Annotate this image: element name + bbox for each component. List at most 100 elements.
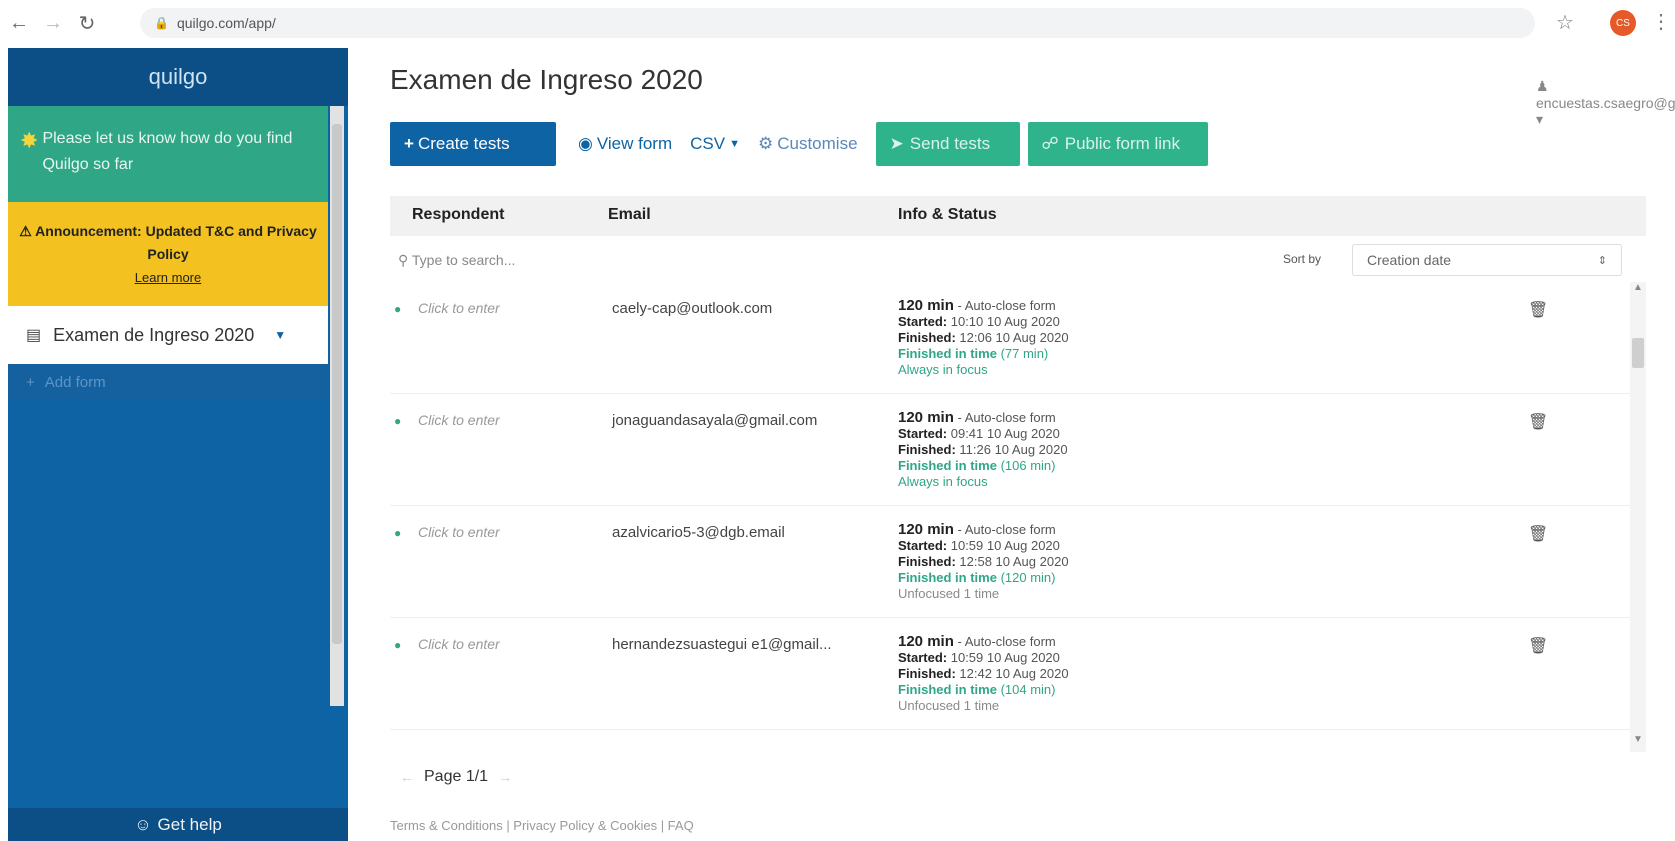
view-form-link[interactable]: ◉ View form: [578, 134, 672, 154]
scroll-down-icon[interactable]: ▼: [1633, 734, 1643, 745]
scrollbar-thumb[interactable]: [1632, 338, 1644, 368]
finished-in-time-value: (120 min): [996, 570, 1056, 585]
table-row: ● Click to enter hernandezsuastegui e1@g…: [390, 618, 1630, 730]
table-row: ● Click to enter caely-cap@outlook.com 1…: [390, 282, 1630, 394]
customise-link[interactable]: ⚙ Customise: [758, 134, 858, 154]
send-tests-button[interactable]: ➤ Send tests: [875, 122, 1020, 166]
brand-logo[interactable]: quilgo: [8, 48, 348, 106]
csv-dropdown[interactable]: CSV ▼: [690, 134, 740, 154]
focus-status: Always in focus: [898, 362, 988, 377]
finished-label: Finished:: [898, 442, 960, 457]
learn-more-link[interactable]: Learn more: [8, 266, 328, 289]
scroll-up-icon[interactable]: ▲: [1633, 282, 1643, 293]
finished-in-time-value: (106 min): [996, 458, 1056, 473]
list-scrollbar[interactable]: ▲ ▼: [1630, 282, 1646, 752]
finished-label: Finished:: [898, 330, 960, 345]
eye-icon: ◉: [578, 134, 593, 153]
sidebar-item-form[interactable]: ▤ Examen de Ingreso 2020 ▼: [8, 306, 328, 364]
column-header-email[interactable]: Email: [608, 206, 651, 224]
create-tests-label: Create tests: [417, 134, 510, 153]
get-help-button[interactable]: ☺ Get help: [8, 808, 348, 841]
finished-time: 12:58 10 Aug 2020: [959, 554, 1069, 569]
duration: 120 min: [898, 409, 954, 426]
focus-status: Unfocused 1 time: [898, 698, 1000, 713]
bookmark-star-icon[interactable]: ☆: [1556, 10, 1574, 35]
focus-status: Unfocused 1 time: [898, 586, 1000, 601]
document-icon: ▤: [26, 327, 42, 344]
sort-value: Creation date: [1367, 252, 1452, 268]
finished-in-time-label: Finished in time: [898, 346, 997, 361]
respondent-enter[interactable]: Click to enter: [418, 412, 500, 428]
finished-in-time-label: Finished in time: [898, 570, 997, 585]
trash-icon[interactable]: 🗑: [1528, 300, 1548, 320]
respondent-enter[interactable]: Click to enter: [418, 300, 500, 316]
sidebar-scrollbar[interactable]: [330, 106, 344, 706]
table-row: ● Click to enter jonaguandasayala@gmail.…: [390, 394, 1630, 506]
lock-icon: 🔒: [154, 16, 169, 30]
started-label: Started:: [898, 538, 951, 553]
finished-in-time-label: Finished in time: [898, 458, 997, 473]
column-header-respondent[interactable]: Respondent: [412, 206, 504, 224]
sidebar-item-label: Examen de Ingreso 2020: [53, 324, 255, 345]
prev-page-icon[interactable]: ←: [400, 769, 414, 785]
star-icon: ✸: [20, 128, 39, 153]
status-dot-icon: ●: [394, 526, 402, 540]
finished-in-time-value: (104 min): [996, 682, 1056, 697]
customise-label: Customise: [777, 134, 858, 153]
chevron-down-icon[interactable]: ▼: [274, 328, 286, 342]
announcement-title: Announcement: Updated T&C and Privacy Po…: [35, 223, 317, 262]
back-icon[interactable]: ←: [4, 8, 34, 38]
get-help-label: Get help: [157, 814, 222, 834]
finished-time: 12:06 10 Aug 2020: [959, 330, 1069, 345]
reload-icon[interactable]: ↻: [72, 8, 102, 38]
select-arrows-icon: ⇕: [1597, 254, 1607, 267]
paper-plane-icon: ➤: [889, 134, 904, 153]
started-time: 10:10 10 Aug 2020: [950, 314, 1060, 329]
chevron-down-icon: ▾: [1536, 111, 1544, 127]
focus-status: Always in focus: [898, 474, 988, 489]
trash-icon[interactable]: 🗑: [1528, 524, 1548, 544]
user-icon: ♟: [1536, 78, 1549, 94]
finished-time: 12:42 10 Aug 2020: [959, 666, 1069, 681]
info-status: 120 min - Auto-close form Started: 10:10…: [898, 298, 1069, 378]
sort-select[interactable]: Creation date ⇕: [1352, 244, 1622, 276]
next-page-icon[interactable]: →: [498, 769, 512, 785]
table-header: Respondent Email Info & Status: [390, 196, 1646, 236]
public-form-link-label: Public form link: [1064, 134, 1181, 153]
profile-avatar[interactable]: CS: [1610, 10, 1636, 36]
toolbar: + Create tests ◉ View form CSV ▼ ⚙ Customise…: [390, 122, 1208, 166]
trash-icon[interactable]: 🗑: [1528, 412, 1548, 432]
address-bar[interactable]: 🔒 quilgo.com/app/: [140, 8, 1535, 38]
announcement-icon: ⚠: [19, 223, 36, 239]
public-form-link-button[interactable]: ☍ Public form link: [1027, 122, 1208, 166]
respondent-enter[interactable]: Click to enter: [418, 524, 500, 540]
status-dot-icon: ●: [394, 638, 402, 652]
user-email: encuestas.csaegro@gmail.com: [1536, 95, 1675, 111]
trash-icon[interactable]: 🗑: [1528, 636, 1548, 656]
started-label: Started:: [898, 314, 951, 329]
column-header-info-status[interactable]: Info & Status: [898, 206, 997, 224]
scrollbar-thumb[interactable]: [332, 124, 342, 644]
forward-icon[interactable]: →: [38, 8, 68, 38]
search-input[interactable]: ⚲ Type to search...: [398, 252, 515, 269]
link-icon: ☍: [1041, 134, 1059, 153]
mode: - Auto-close form: [953, 298, 1056, 313]
finished-label: Finished:: [898, 554, 960, 569]
page-title: Examen de Ingreso 2020: [390, 64, 703, 95]
started-label: Started:: [898, 650, 951, 665]
sort-label: Sort by: [1283, 252, 1322, 266]
footer-links[interactable]: Terms & Conditions | Privacy Policy & Co…: [390, 818, 694, 833]
duration: 120 min: [898, 633, 954, 650]
feedback-banner[interactable]: ✸ Please let us know how do you find Qui…: [8, 106, 328, 202]
announcement-banner: ⚠ Announcement: Updated T&C and Privacy …: [8, 202, 328, 306]
create-tests-button[interactable]: + Create tests: [390, 122, 556, 166]
url-text: quilgo.com/app/: [176, 15, 276, 31]
user-menu[interactable]: ♟ encuestas.csaegro@gmail.com ▾: [1536, 78, 1675, 128]
page-indicator: Page 1/1: [424, 768, 489, 785]
browser-menu-icon[interactable]: ⋮: [1651, 9, 1671, 34]
add-form-button[interactable]: + Add form: [8, 364, 328, 400]
respondents-list: ● Click to enter caely-cap@outlook.com 1…: [390, 282, 1630, 752]
send-tests-label: Send tests: [909, 134, 991, 153]
respondent-enter[interactable]: Click to enter: [418, 636, 500, 652]
finished-time: 11:26 10 Aug 2020: [959, 442, 1068, 457]
